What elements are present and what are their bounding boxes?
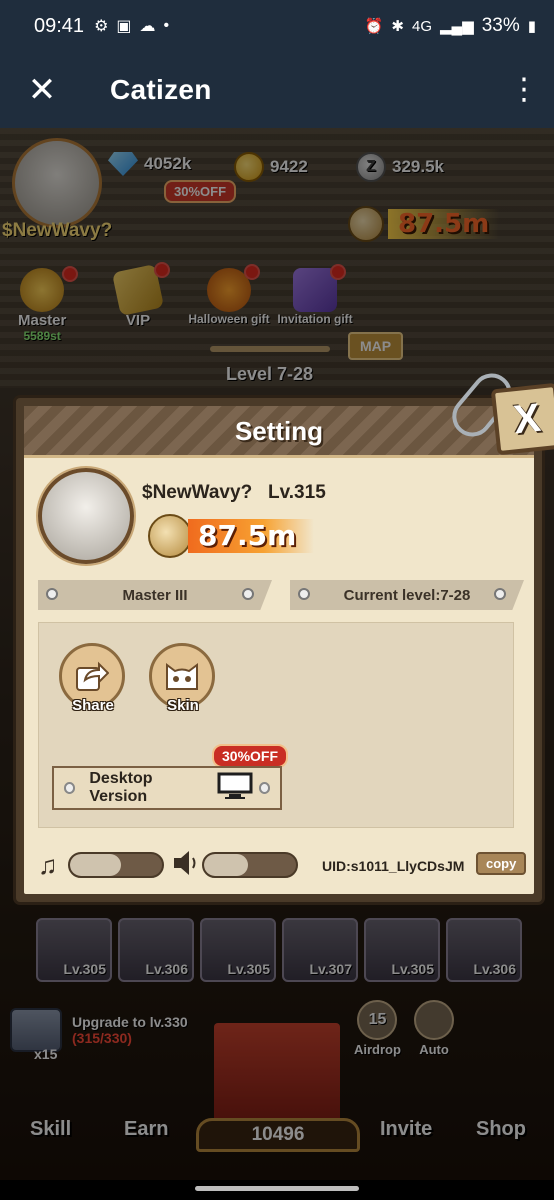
music-slider-fill	[70, 854, 121, 876]
title-bar: ✕ Catizen ⋮	[0, 52, 554, 128]
settings-gear-icon: ⚙	[94, 18, 109, 35]
gallery-icon: ▣	[116, 18, 132, 35]
current-level-label: Current level:7-28	[343, 586, 471, 604]
close-icon[interactable]: ✕	[0, 73, 84, 107]
desktop-discount-badge: 30%OFF	[212, 744, 289, 768]
share-label: Share	[72, 697, 114, 714]
battery-percent: 33%	[481, 15, 520, 36]
share-button[interactable]: Share	[59, 643, 127, 714]
rank-pill: Master III	[38, 580, 272, 610]
status-bar: 09:41 ⚙ ▣ ☁ • ⏰ ✱ 4G ▂▄▆ 33% ▮	[0, 0, 554, 52]
home-indicator[interactable]	[195, 1186, 359, 1191]
uid-label: UID:s1011_LlyCDsJM	[322, 858, 465, 874]
signal-icon: ▂▄▆	[440, 18, 474, 35]
dot-icon: •	[163, 17, 170, 34]
home-indicator-bar	[0, 1180, 554, 1200]
bolt-icon	[64, 782, 76, 794]
skin-label: Skin	[167, 697, 199, 714]
monitor-icon	[217, 772, 253, 805]
profile-name-line: $NewWavy? Lv.315	[142, 482, 326, 504]
desktop-version-label: Desktop Version	[89, 770, 153, 805]
settings-footer: ♫ UID:s1011_LlyCDsJM copy	[24, 846, 534, 882]
profile-avatar	[38, 468, 134, 564]
more-menu-icon[interactable]: ⋮	[494, 75, 554, 105]
profile-power: 87.5m	[148, 514, 315, 558]
profile-power-value: 87.5m	[188, 519, 315, 553]
profile-name: $NewWavy?	[142, 482, 253, 503]
bolt-icon	[242, 588, 254, 600]
profile-level: Lv.315	[268, 482, 326, 503]
desktop-version-button[interactable]: Desktop Version	[52, 766, 282, 810]
bolt-icon	[494, 588, 506, 600]
alarm-icon: ⏰	[364, 18, 384, 35]
skin-button[interactable]: Skin	[149, 643, 217, 714]
bluetooth-icon: ✱	[391, 18, 404, 35]
app-title: Catizen	[110, 74, 212, 105]
cloud-icon: ☁	[139, 18, 156, 35]
music-slider[interactable]	[68, 852, 164, 878]
bullet-icon	[148, 514, 192, 558]
battery-icon: ▮	[527, 18, 536, 35]
rank-label: Master III	[122, 586, 188, 604]
copy-button[interactable]: copy	[476, 852, 527, 875]
bolt-icon	[258, 782, 270, 794]
sound-slider[interactable]	[202, 852, 298, 878]
bolt-icon	[298, 588, 310, 600]
network-label: 4G	[411, 17, 432, 35]
current-level-pill: Current level:7-28	[290, 580, 524, 610]
speaker-icon	[172, 848, 200, 883]
music-icon: ♫	[38, 850, 58, 880]
status-time: 09:41	[34, 14, 85, 37]
close-button[interactable]: X	[490, 382, 554, 456]
settings-modal: Setting X $NewWavy? Lv.315 87.5m Master …	[16, 365, 554, 902]
bolt-icon	[46, 588, 58, 600]
sound-slider-fill	[204, 854, 249, 876]
